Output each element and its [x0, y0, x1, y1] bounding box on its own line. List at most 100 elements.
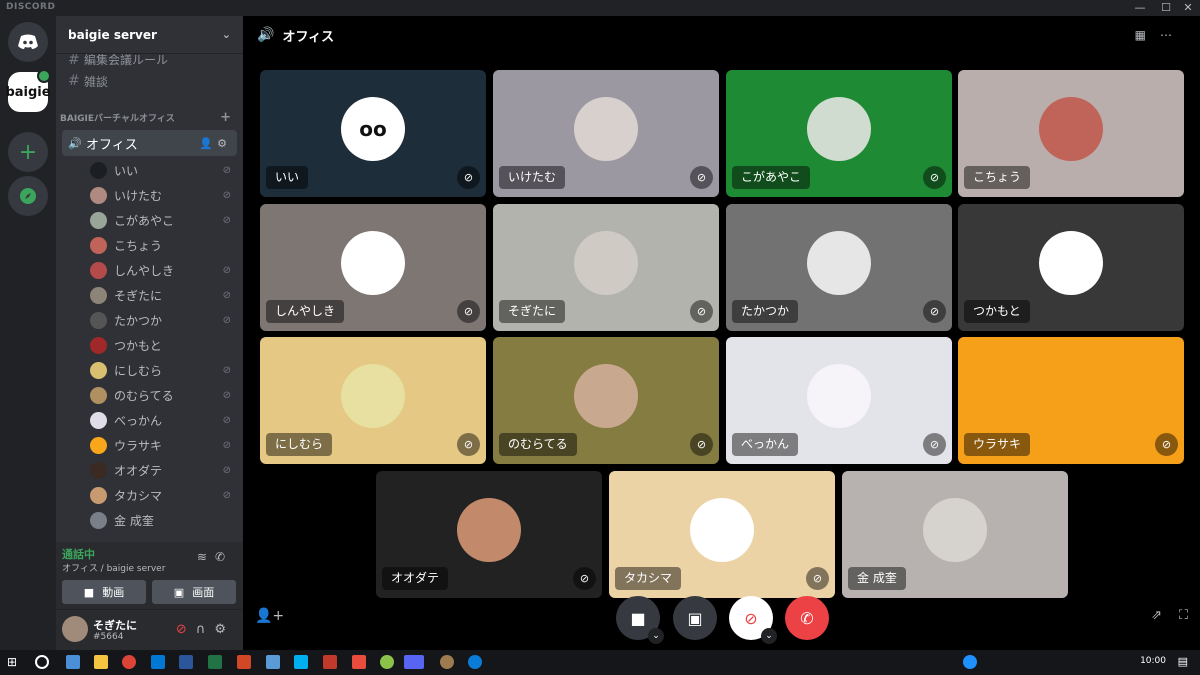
participant-tile[interactable]: いけたむ ⊘: [493, 70, 719, 197]
voice-user-item[interactable]: 金 成奎: [56, 508, 243, 533]
minimize-button[interactable]: —: [1130, 0, 1150, 16]
participant-tile[interactable]: タカシマ ⊘: [609, 471, 835, 598]
app-icon[interactable]: [380, 655, 394, 669]
invite-user-icon[interactable]: 👤+: [255, 608, 284, 624]
avatar: [90, 287, 107, 304]
popout-icon[interactable]: ⇗: [1151, 608, 1162, 623]
participant-name: ウラサキ: [964, 433, 1031, 456]
more-icon[interactable]: ⋯: [1160, 28, 1186, 42]
layout-icon[interactable]: ▦: [1135, 28, 1160, 42]
avatar: [90, 212, 107, 229]
help-icon[interactable]: [963, 655, 977, 669]
add-channel-icon[interactable]: +: [220, 110, 231, 125]
screen-share-button[interactable]: ▣ 画面: [152, 580, 236, 604]
participant-tile[interactable]: しんやしき ⊘: [260, 204, 486, 331]
maximize-button[interactable]: ☐: [1156, 0, 1176, 16]
mic-muted-icon: ⊘: [457, 300, 480, 323]
participant-tile[interactable]: にしむら ⊘: [260, 337, 486, 464]
voice-user-item[interactable]: ウラサキ ⊘: [56, 433, 243, 458]
participant-tile[interactable]: べっかん ⊘: [726, 337, 952, 464]
compass-icon: [20, 188, 36, 204]
task-view-icon[interactable]: [66, 655, 80, 669]
chevron-down-icon[interactable]: ⌄: [761, 628, 777, 644]
home-button[interactable]: [8, 22, 48, 62]
server-header[interactable]: baigie server ⌄: [56, 16, 243, 54]
participant-tile[interactable]: 金 成奎: [842, 471, 1068, 598]
word-icon[interactable]: [179, 655, 193, 669]
voice-user-name: 金 成奎: [114, 514, 154, 528]
participant-tile[interactable]: たかつか ⊘: [726, 204, 952, 331]
file-explorer-icon[interactable]: [94, 655, 108, 669]
user-tag: #5664: [93, 632, 124, 642]
participant-tile[interactable]: のむらてる ⊘: [493, 337, 719, 464]
voice-user-item[interactable]: いけたむ ⊘: [56, 183, 243, 208]
participant-tile[interactable]: そぎたに ⊘: [493, 204, 719, 331]
voice-user-item[interactable]: こがあやこ ⊘: [56, 208, 243, 233]
gear-icon[interactable]: ⚙: [214, 622, 235, 637]
voice-user-item[interactable]: いい ⊘: [56, 158, 243, 183]
leave-call-button[interactable]: ✆: [785, 596, 829, 640]
participant-tile[interactable]: オオダテ ⊘: [376, 471, 602, 598]
app-icon[interactable]: [352, 655, 366, 669]
hash-icon: #: [68, 54, 80, 68]
notification-icon[interactable]: ▤: [1178, 655, 1188, 668]
mic-muted-icon: ⊘: [222, 465, 231, 476]
edge-icon[interactable]: [468, 655, 482, 669]
mute-mic-icon[interactable]: ⊘: [176, 622, 196, 637]
excel-icon[interactable]: [208, 655, 222, 669]
fullscreen-icon[interactable]: ⛶: [1179, 608, 1188, 623]
avatar: [574, 363, 638, 428]
disconnect-icon[interactable]: ✆: [215, 550, 233, 564]
avatar: [341, 230, 405, 295]
search-icon[interactable]: [35, 655, 49, 669]
screen-icon: ▣: [173, 585, 185, 599]
participant-tile[interactable]: つかもと: [958, 204, 1184, 331]
channel-item-chat[interactable]: # 雑談: [56, 68, 243, 94]
chevron-down-icon[interactable]: ⌄: [648, 628, 664, 644]
video-button[interactable]: ■ 動画: [62, 580, 146, 604]
voice-panel-icons: ≋✆: [197, 550, 233, 564]
discord-taskbar-icon[interactable]: [404, 655, 424, 669]
close-button[interactable]: ✕: [1178, 0, 1198, 16]
voice-user-item[interactable]: タカシマ ⊘: [56, 483, 243, 508]
voice-user-item[interactable]: そぎたに ⊘: [56, 283, 243, 308]
noise-suppression-icon[interactable]: ≋: [197, 550, 215, 564]
windows-start-icon[interactable]: ⊞: [7, 655, 21, 669]
app-icon[interactable]: [323, 655, 337, 669]
screen-share-toggle-button[interactable]: ▣: [673, 596, 717, 640]
microphone-toggle-button[interactable]: ⊘ ⌄: [729, 596, 777, 644]
add-server-button[interactable]: +: [8, 132, 48, 172]
outlook-icon[interactable]: [151, 655, 165, 669]
channel-item-partial[interactable]: # 編集会議ルール: [56, 54, 243, 68]
app-icon[interactable]: [266, 655, 280, 669]
server-icon-baigie[interactable]: baigie: [5, 69, 51, 112]
avatar[interactable]: [62, 616, 88, 642]
mic-muted-icon: ⊘: [806, 567, 829, 590]
voice-user-item[interactable]: こちょう: [56, 233, 243, 258]
participant-tile[interactable]: こちょう: [958, 70, 1184, 197]
gear-icon[interactable]: ⚙: [217, 137, 231, 150]
chrome-icon[interactable]: [122, 655, 136, 669]
headphones-icon[interactable]: ∩: [196, 622, 215, 637]
voice-user-item[interactable]: のむらてる ⊘: [56, 383, 243, 408]
voice-user-item[interactable]: にしむら ⊘: [56, 358, 243, 383]
participant-tile[interactable]: こがあやこ ⊘: [726, 70, 952, 197]
participant-name: つかもと: [964, 300, 1030, 323]
participant-tile[interactable]: ウラサキ ⊘: [958, 337, 1184, 464]
skype-icon[interactable]: [294, 655, 308, 669]
app-icon[interactable]: [440, 655, 454, 669]
voice-user-item[interactable]: たかつか ⊘: [56, 308, 243, 333]
invite-icon[interactable]: 👤: [199, 137, 217, 150]
voice-channel-office[interactable]: 🔊 オフィス 👤⚙: [62, 130, 237, 156]
participant-tile[interactable]: oo いい ⊘: [260, 70, 486, 197]
category-header[interactable]: BAIGIEバーチャルオフィス +: [56, 106, 243, 128]
voice-user-item[interactable]: べっかん ⊘: [56, 408, 243, 433]
participant-name: こがあやこ: [732, 166, 811, 189]
powerpoint-icon[interactable]: [237, 655, 251, 669]
camera-toggle-button[interactable]: ■ ⌄: [616, 596, 664, 644]
avatar: [90, 512, 107, 529]
voice-user-item[interactable]: しんやしき ⊘: [56, 258, 243, 283]
explore-servers-button[interactable]: [8, 176, 48, 216]
voice-user-item[interactable]: つかもと: [56, 333, 243, 358]
voice-user-item[interactable]: オオダテ ⊘: [56, 458, 243, 483]
